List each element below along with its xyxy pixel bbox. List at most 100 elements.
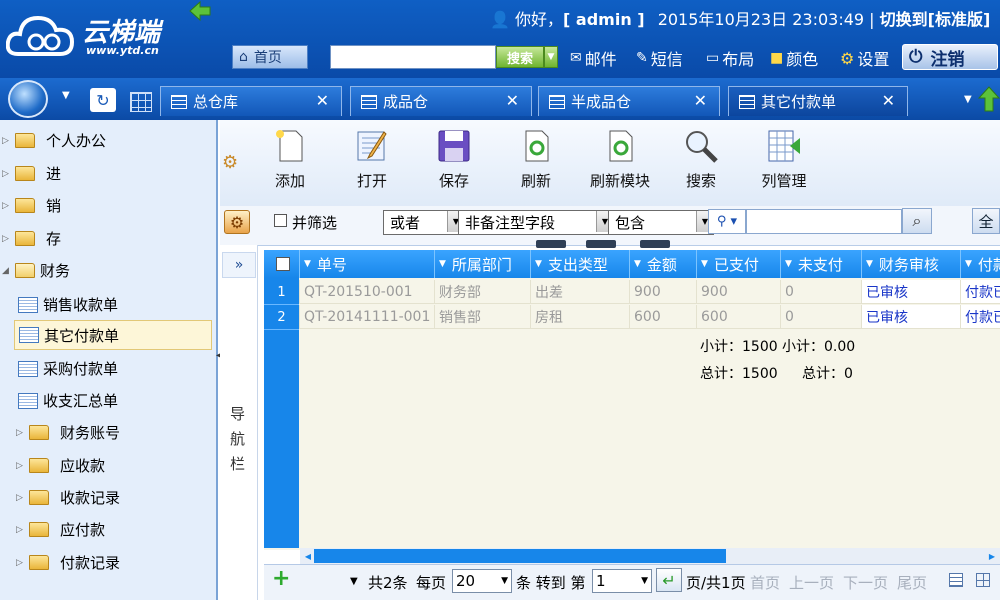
sidebar-item-payment-records[interactable]: ▷ 付款记录 [16, 552, 120, 573]
sidebar-item-sales-receipt[interactable]: 销售收款单 [18, 294, 118, 315]
table-cell[interactable]: 0 [780, 280, 861, 304]
close-icon[interactable]: ✕ [882, 91, 895, 110]
expand-icon[interactable]: ▷ [2, 201, 10, 211]
table-cell[interactable]: 付款已审核 [960, 280, 1000, 304]
scroll-up-arrow-icon[interactable] [978, 86, 1000, 112]
table-cell[interactable]: 900 [696, 280, 780, 304]
sidebar-item-finance[interactable]: ◢ 财务 [2, 260, 70, 281]
field-select[interactable]: 非备注型字段 ▼ [458, 210, 614, 235]
tab-semi-finished[interactable]: 半成品仓 ✕ [538, 86, 720, 116]
search-dropdown-icon[interactable]: ▼ [544, 46, 558, 68]
close-icon[interactable]: ✕ [316, 91, 329, 110]
add-button[interactable]: 添加 [254, 128, 326, 191]
expand-icon[interactable]: ▷ [2, 136, 10, 146]
close-icon[interactable]: ✕ [506, 91, 519, 110]
column-header-finance-audit[interactable]: ▼ 财务审核 [861, 250, 965, 278]
back-arrow-icon[interactable] [188, 0, 212, 22]
column-header-department[interactable]: ▼ 所属部门 [434, 250, 535, 278]
sidebar-item-payable[interactable]: ▷ 应付款 [16, 519, 105, 540]
refresh-app-icon[interactable]: ↻ [90, 88, 116, 112]
expand-icon[interactable]: ▷ [2, 234, 10, 244]
tab-other-payment[interactable]: 其它付款单 ✕ [728, 86, 908, 116]
search-tool-button[interactable]: 搜索 [665, 128, 737, 191]
table-cell[interactable]: 财务部 [434, 280, 530, 304]
first-page-button[interactable]: 首页 [750, 572, 780, 593]
table-cell[interactable]: QT-20141111-001 [299, 305, 434, 329]
column-header-paid[interactable]: ▼ 已支付 [696, 250, 785, 278]
start-menu-icon[interactable] [8, 80, 48, 118]
sms-link[interactable]: ✎ 短信 [636, 46, 683, 70]
column-header-payment-audit[interactable]: ▼ 付款审核 [960, 250, 1000, 278]
mail-link[interactable]: ✉ 邮件 [570, 46, 617, 70]
color-link[interactable]: ■ 颜色 [770, 46, 818, 70]
column-header-number[interactable]: ▼ 单号 [299, 250, 439, 278]
table-cell[interactable]: 销售部 [434, 305, 530, 329]
settings-link[interactable]: ⚙ 设置 [840, 46, 889, 70]
go-page-icon[interactable]: ↵ [656, 568, 682, 592]
logout-button[interactable]: ⏻ 注销 [902, 44, 998, 70]
home-button[interactable]: ⌂ 首页 [232, 45, 308, 69]
refresh-module-button[interactable]: 刷新模块 [584, 128, 656, 191]
scroll-left-icon[interactable]: ◀ [302, 549, 314, 563]
search-options-icon[interactable]: ⚲ ▾ [708, 209, 746, 234]
sidebar-item-stock[interactable]: ▷ 存 [2, 228, 61, 249]
expand-icon[interactable]: ▷ [16, 525, 24, 535]
sidebar-item-sales[interactable]: ▷ 销 [2, 195, 61, 216]
prev-page-button[interactable]: 上一页 [789, 572, 834, 593]
sidebar-item-summary[interactable]: 收支汇总单 [18, 390, 118, 411]
grid-view-toggle-icon[interactable] [976, 573, 990, 587]
sidebar-item-finance-account[interactable]: ▷ 财务账号 [16, 422, 120, 443]
next-page-button[interactable]: 下一页 [843, 572, 888, 593]
table-cell[interactable]: 600 [696, 305, 780, 329]
sidebar-item-other-payment[interactable]: 其它付款单 [14, 320, 212, 350]
scrollbar-thumb[interactable] [314, 549, 726, 563]
menu-dropdown-icon[interactable]: ▼ [62, 90, 70, 101]
tab-warehouse[interactable]: 总仓库 ✕ [160, 86, 342, 116]
list-view-icon[interactable] [949, 573, 963, 587]
expand-icon[interactable]: ▷ [16, 558, 24, 568]
table-cell[interactable]: 600 [629, 305, 696, 329]
tab-list-dropdown-icon[interactable]: ▼ [964, 94, 972, 105]
global-search-input[interactable] [330, 45, 496, 69]
grid-view-icon[interactable] [130, 92, 152, 112]
add-row-icon[interactable]: + [272, 568, 290, 590]
table-cell[interactable]: 出差 [530, 280, 629, 304]
sidebar-item-personal-office[interactable]: ▷ 个人办公 [2, 130, 106, 151]
filter-settings-icon[interactable]: ⚙ [224, 210, 250, 234]
operator-select[interactable]: 包含 ▼ [608, 210, 714, 235]
expand-icon[interactable]: ▷ [16, 493, 24, 503]
scroll-right-icon[interactable]: ▶ [986, 549, 998, 563]
sidebar-item-receipt-records[interactable]: ▷ 收款记录 [16, 487, 120, 508]
filter-value-input[interactable] [746, 209, 902, 234]
column-manage-button[interactable]: 列管理 [748, 128, 820, 191]
table-cell[interactable]: 已审核 [861, 280, 960, 304]
sidebar-item-receivable[interactable]: ▷ 应收款 [16, 455, 105, 476]
collapse-icon[interactable]: ◢ [2, 266, 10, 276]
expand-nav-button[interactable]: » [222, 252, 256, 278]
expand-icon[interactable]: ▷ [2, 169, 10, 179]
table-cell[interactable]: 0 [780, 305, 861, 329]
tab-finished-goods[interactable]: 成品仓 ✕ [350, 86, 532, 116]
table-cell[interactable]: QT-201510-001 [299, 280, 434, 304]
refresh-button[interactable]: 刷新 [500, 128, 572, 191]
switch-version-link[interactable]: 切换到[标准版] [880, 10, 991, 29]
column-header-unpaid[interactable]: ▼ 未支付 [780, 250, 866, 278]
column-header-amount[interactable]: ▼ 金额 [629, 250, 701, 278]
sidebar-item-purchase[interactable]: ▷ 进 [2, 163, 61, 184]
select-all-checkbox[interactable] [276, 257, 290, 271]
and-filter-checkbox[interactable] [274, 214, 287, 227]
close-icon[interactable]: ✕ [694, 91, 707, 110]
sidebar-item-purchase-payment[interactable]: 采购付款单 [18, 358, 118, 379]
logic-select[interactable]: 或者 ▼ [383, 210, 465, 235]
page-select[interactable]: 1 ▼ [592, 569, 652, 593]
gear-toolbar-icon[interactable]: ⚙ [222, 152, 244, 174]
open-button[interactable]: 打开 [336, 128, 408, 191]
table-cell[interactable]: 房租 [530, 305, 629, 329]
table-cell[interactable]: 已审核 [861, 305, 960, 329]
layout-link[interactable]: ▭ 布局 [706, 46, 754, 70]
expand-icon[interactable]: ▷ [16, 461, 24, 471]
table-cell[interactable]: 900 [629, 280, 696, 304]
table-cell[interactable]: 付款已审核 [960, 305, 1000, 329]
save-button[interactable]: 保存 [418, 128, 490, 191]
expand-icon[interactable]: ▷ [16, 428, 24, 438]
